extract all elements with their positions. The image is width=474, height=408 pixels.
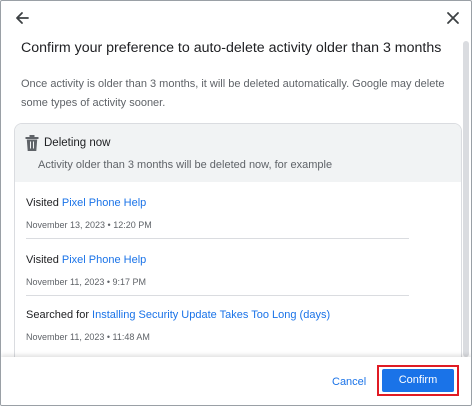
list-item: Searched for Installing Security Update … <box>26 308 409 343</box>
list-item: Visited Pixel Phone Help November 11, 20… <box>26 253 409 288</box>
deleting-now-title: Deleting now <box>44 137 111 149</box>
confirm-button[interactable]: Confirm <box>382 369 454 392</box>
list-item: Visited Pixel Phone Help November 13, 20… <box>26 196 409 231</box>
dialog-description: Once activity is older than 3 months, it… <box>21 78 445 109</box>
activity-link[interactable]: Installing Security Update Takes Too Lon… <box>92 309 330 321</box>
activity-timestamp: November 11, 2023 • 11:48 AM <box>26 332 150 342</box>
deleting-now-header: Deleting now Activity older than 3 month… <box>15 124 461 182</box>
deleting-now-subtext: Activity older than 3 months will be del… <box>38 159 333 171</box>
activity-link[interactable]: Pixel Phone Help <box>62 254 146 266</box>
scrollbar[interactable] <box>463 41 469 359</box>
deletion-preview-card: Deleting now Activity older than 3 month… <box>14 123 462 368</box>
activity-type: Visited <box>26 254 62 266</box>
close-icon[interactable] <box>442 7 464 29</box>
dialog-footer: Cancel Confirm <box>1 357 471 405</box>
activity-timestamp: November 11, 2023 • 9:17 PM <box>26 277 147 287</box>
scrollbar-thumb[interactable] <box>463 41 469 357</box>
activity-link[interactable]: Pixel Phone Help <box>62 197 146 209</box>
divider <box>26 238 409 239</box>
back-arrow-icon[interactable] <box>11 7 33 29</box>
activity-type: Visited <box>26 197 62 209</box>
cancel-button[interactable]: Cancel <box>332 375 366 389</box>
trash-icon <box>25 135 39 151</box>
dialog-title: Confirm your preference to auto-delete a… <box>21 40 442 56</box>
divider <box>26 295 409 296</box>
activity-timestamp: November 13, 2023 • 12:20 PM <box>26 220 152 230</box>
activity-type: Searched for <box>26 309 93 321</box>
dialog: Confirm your preference to auto-delete a… <box>0 0 472 406</box>
